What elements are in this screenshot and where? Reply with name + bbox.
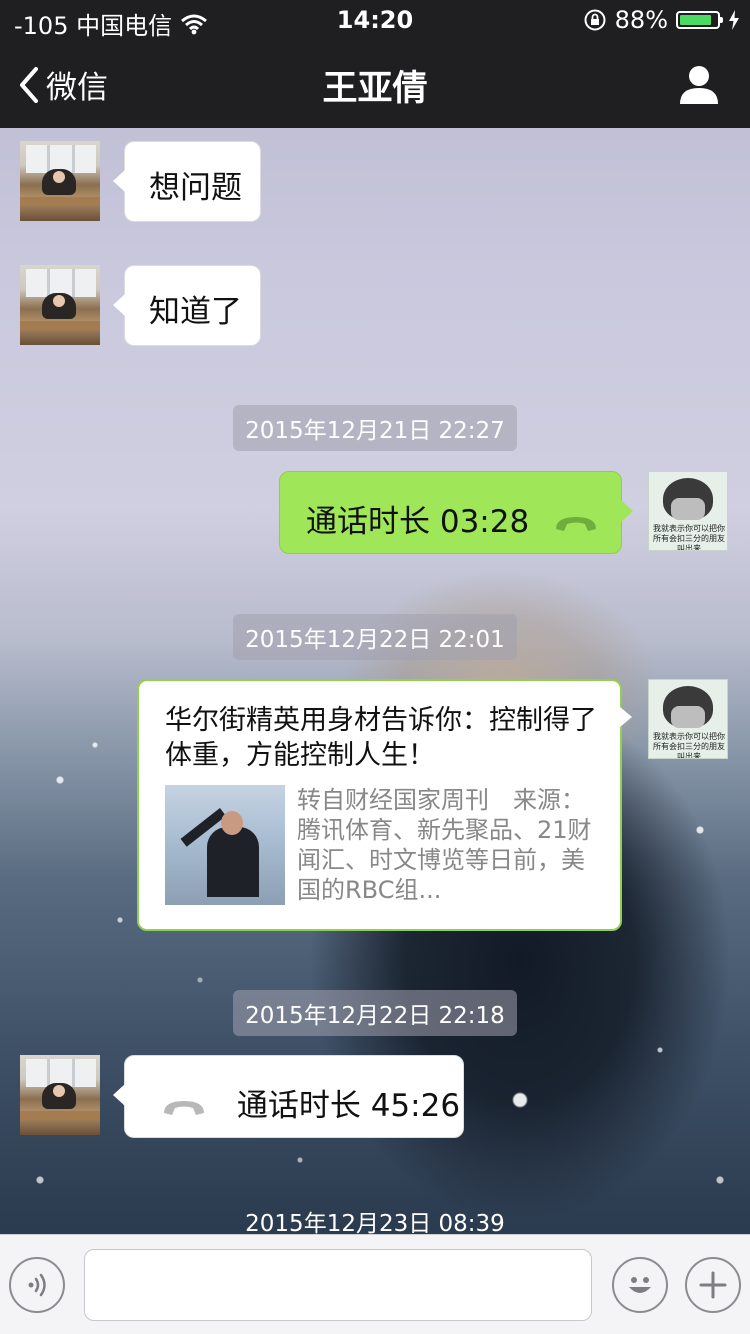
timestamp: 2015年12月22日 22:01: [0, 614, 750, 660]
avatar-caption: 我就表示你可以把你所有会扣三分的朋友叫出来: [653, 732, 725, 759]
avatar-caption: 我就表示你可以把你所有会扣三分的朋友叫出来: [653, 524, 725, 551]
profile-icon[interactable]: [678, 64, 720, 106]
article-title: 华尔街精英用身材告诉你：控制得了体重，方能控制人生！: [165, 705, 597, 771]
timestamp: 2015年12月21日 22:27: [0, 405, 750, 451]
message-text: 想问题: [149, 170, 242, 206]
plus-icon: [699, 1271, 727, 1299]
contact-avatar[interactable]: [20, 141, 100, 221]
timestamp-text: 2015年12月22日 22:18: [233, 990, 517, 1036]
contact-avatar[interactable]: [20, 1055, 100, 1135]
battery-fill: [680, 15, 712, 25]
voice-input-button[interactable]: [9, 1257, 65, 1313]
phone-icon: [164, 1100, 204, 1115]
call-record-bubble-sent[interactable]: 通话时长 03:28: [279, 471, 633, 554]
phone-icon: [556, 516, 597, 531]
more-options-button[interactable]: [685, 1257, 741, 1313]
timestamp-text: 2015年12月21日 22:27: [233, 405, 517, 451]
rotation-lock-icon: [584, 9, 606, 31]
voice-icon: [28, 1273, 46, 1297]
chat-title: 王亚倩: [322, 69, 428, 109]
status-right: 88%: [583, 6, 740, 34]
message-bubble-received[interactable]: 想问题: [113, 141, 261, 222]
call-record-bubble-received[interactable]: 通话时长 45:26: [113, 1055, 464, 1138]
charging-icon: [729, 10, 739, 30]
message-text: 知道了: [149, 294, 242, 330]
input-bar: [0, 1234, 750, 1334]
emoji-button[interactable]: [612, 1257, 668, 1313]
call-duration-text: 通话时长 45:26: [236, 1088, 461, 1124]
message-input[interactable]: [84, 1249, 592, 1321]
my-avatar[interactable]: 我就表示你可以把你所有会扣三分的朋友叫出来: [648, 471, 728, 551]
message-bubble-received[interactable]: 知道了: [113, 265, 261, 346]
timestamp: 2015年12月22日 22:18: [0, 990, 750, 1036]
timestamp-text: 2015年12月22日 22:01: [233, 614, 517, 660]
article-thumbnail: [165, 785, 285, 905]
my-avatar[interactable]: 我就表示你可以把你所有会扣三分的朋友叫出来: [648, 679, 728, 759]
article-description: 转自财经国家周刊 来源：腾讯体育、新先聚品、21财闻汇、时文博览等日前，美国的R…: [297, 786, 592, 904]
smiley-icon: [629, 1277, 651, 1293]
call-duration-text: 通话时长 03:28: [306, 504, 530, 540]
contact-avatar[interactable]: [20, 265, 100, 345]
battery-percent: 88%: [614, 6, 668, 34]
article-link-bubble[interactable]: 华尔街精英用身材告诉你：控制得了体重，方能控制人生！ 转自财经国家周刊 来源：腾…: [137, 679, 632, 931]
battery-icon: [676, 11, 723, 29]
nav-bar: 微信 王亚倩: [0, 40, 750, 128]
status-bar: -105 中国电信 14:20 88%: [0, 0, 750, 40]
